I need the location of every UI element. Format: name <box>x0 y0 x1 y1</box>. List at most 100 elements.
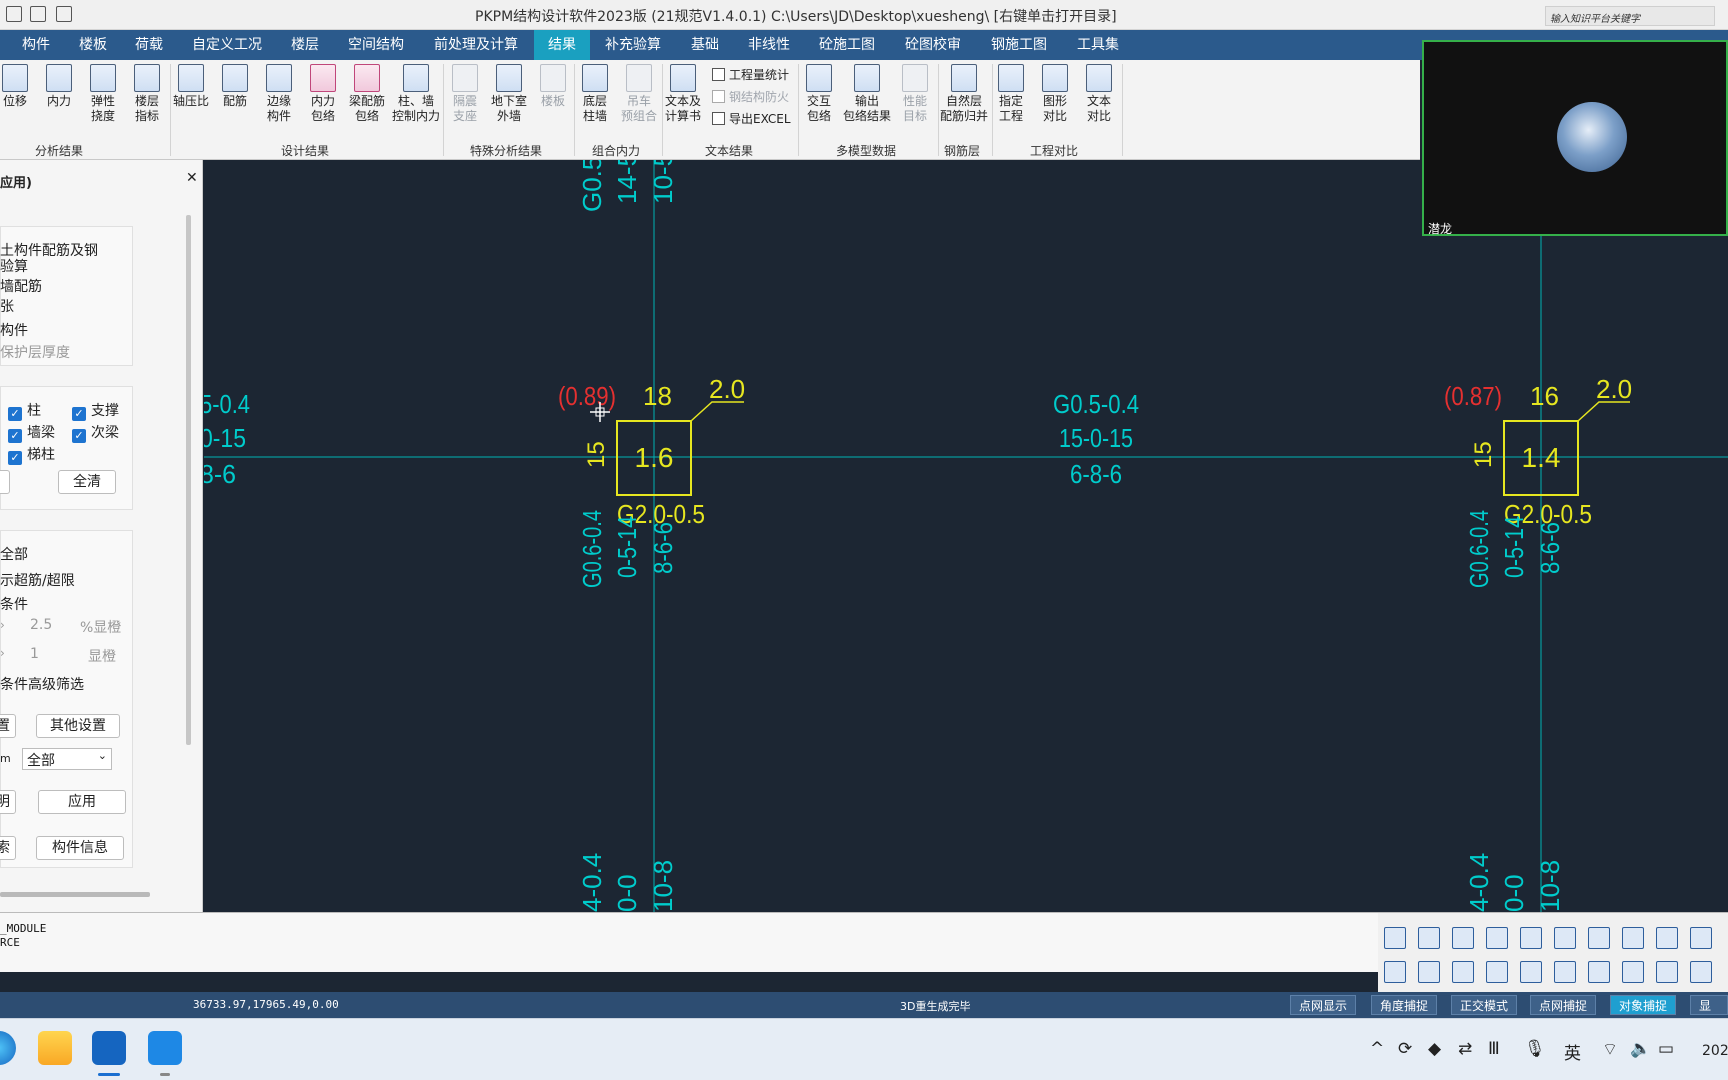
isolation-bearing-button[interactable]: 隔震 支座 <box>444 64 486 124</box>
tab-foundation[interactable]: 基础 <box>685 30 725 60</box>
dropbox-icon[interactable]: ◆ <box>1428 1039 1441 1059</box>
basement-wall-button[interactable]: 地下室 外墙 <box>488 64 530 124</box>
angle-snap-toggle[interactable]: 角度捕捉 <box>1371 995 1438 1015</box>
performance-target-button[interactable]: 性能 目标 <box>894 64 936 124</box>
checkbox-secondary-beam[interactable]: ✓ 次梁 <box>72 422 119 443</box>
search-button[interactable]: 索 <box>0 836 16 860</box>
tab-slab[interactable]: 楼板 <box>73 30 113 60</box>
tab-spatial[interactable]: 空间结构 <box>342 30 410 60</box>
object-snap-toggle[interactable]: 对象捕捉 <box>1610 995 1677 1015</box>
explain-button[interactable]: 明 <box>0 790 16 814</box>
tab-member[interactable]: 构件 <box>16 30 56 60</box>
text-enlarge-icon[interactable] <box>1418 961 1440 983</box>
output-envelope-button[interactable]: 输出 包络结果 <box>842 64 892 124</box>
tab-rc-review[interactable]: 砼图校审 <box>899 30 967 60</box>
option-check[interactable]: 验算 <box>0 256 28 276</box>
floor-reinf-merge-button[interactable]: 自然层 配筋归并 <box>938 64 990 124</box>
ortho-mode-toggle[interactable]: 正交模式 <box>1451 995 1518 1015</box>
meter-icon[interactable]: Ⅲ <box>1488 1039 1500 1059</box>
view-iso-icon[interactable] <box>1520 927 1542 949</box>
ratio2-input[interactable]: 1 <box>30 646 39 662</box>
dwg-import-icon[interactable] <box>1690 961 1712 983</box>
quantity-stats-button[interactable]: 工程量统计 <box>712 66 789 83</box>
clear-all-button[interactable]: 全清 <box>58 470 116 494</box>
text-report-button[interactable]: 文本及 计算书 <box>660 64 706 124</box>
beam-reinf-envelope-button[interactable]: 梁配筋 包络 <box>346 64 388 124</box>
filter-over-limit[interactable]: 示超筋/超限 <box>0 570 75 590</box>
meeting-app-icon[interactable] <box>148 1031 182 1065</box>
other-settings-button[interactable]: 其他设置 <box>36 714 120 738</box>
measure-icon[interactable] <box>1588 961 1610 983</box>
dimension-icon[interactable] <box>1554 961 1576 983</box>
internal-force-button[interactable]: 内力 <box>38 64 80 109</box>
select-pointer-icon[interactable] <box>1690 927 1712 949</box>
file-explorer-icon[interactable] <box>38 1031 72 1065</box>
browser-icon[interactable] <box>0 1031 16 1065</box>
checkbox-brace[interactable]: ✓ 支撑 <box>72 400 119 421</box>
interactive-envelope-button[interactable]: 交互 包络 <box>798 64 840 124</box>
display-toggle[interactable]: 显示 <box>1690 995 1728 1033</box>
steel-fire-button[interactable]: 钢结构防火 <box>712 88 789 105</box>
select-all-button[interactable] <box>0 470 10 494</box>
save-icon[interactable] <box>56 6 72 22</box>
apply-button[interactable]: 应用 <box>38 790 126 814</box>
pkpm-app-icon[interactable] <box>92 1031 126 1065</box>
filter-all[interactable]: 全部 <box>0 544 28 564</box>
tab-load[interactable]: 荷载 <box>129 30 169 60</box>
edge-member-button[interactable]: 边缘 构件 <box>258 64 300 124</box>
settings-button[interactable]: 置 <box>0 714 16 738</box>
view-plan-icon[interactable] <box>1384 927 1406 949</box>
video-call-window[interactable]: 潜龙 <box>1422 40 1728 236</box>
member-info-button[interactable]: 构件信息 <box>36 836 124 860</box>
text-add-icon[interactable] <box>1520 961 1542 983</box>
view-side-icon[interactable] <box>1452 927 1474 949</box>
panel-scrollbar[interactable] <box>186 215 191 745</box>
column-wall-force-button[interactable]: 柱、墙 控制内力 <box>390 64 442 124</box>
sync-icon[interactable]: ⟳ <box>1398 1039 1412 1059</box>
dwg-export-icon[interactable] <box>1656 961 1678 983</box>
export-excel-button[interactable]: 导出EXCEL <box>712 110 791 127</box>
specify-project-button[interactable]: 指定 工程 <box>990 64 1032 124</box>
clock[interactable]: 202 <box>1702 1043 1728 1059</box>
option-tension[interactable]: 张 <box>0 296 14 316</box>
tab-nonlinear[interactable]: 非线性 <box>742 30 796 60</box>
tab-supplement-check[interactable]: 补充验算 <box>599 30 667 60</box>
text-compare-button[interactable]: 文本 对比 <box>1078 64 1120 124</box>
filter-condition[interactable]: 条件 <box>0 594 28 614</box>
zoom-extents-icon[interactable] <box>1622 927 1644 949</box>
volume-icon[interactable]: 🔈 <box>1630 1039 1651 1059</box>
battery-icon[interactable]: ▭ <box>1658 1039 1674 1059</box>
option-wall-reinf[interactable]: 墙配筋 <box>0 276 42 296</box>
checkbox-stair-column[interactable]: ✓ 梯柱 <box>8 444 55 465</box>
scope-select[interactable]: 全部 ⌄ <box>22 748 112 770</box>
force-envelope-button[interactable]: 内力 包络 <box>302 64 344 124</box>
slab-button[interactable]: 楼板 <box>532 64 574 109</box>
view-front-icon[interactable] <box>1418 927 1440 949</box>
grid-snap-toggle[interactable]: 点网捕捉 <box>1530 995 1597 1015</box>
microphone-icon[interactable]: 🎙 <box>1524 1039 1546 1059</box>
tab-custom-case[interactable]: 自定义工况 <box>186 30 268 60</box>
structure-drawing[interactable]: 5-0.4 0-15 8-6 1.6 (0.89) 18 15 2.0 G2.0… <box>204 160 1728 912</box>
tab-rc-drawing[interactable]: 砼施工图 <box>813 30 881 60</box>
checkbox-wall-beam[interactable]: ✓ 墙梁 <box>8 422 55 443</box>
option-cover-thickness[interactable]: 保护层厚度 <box>0 342 70 362</box>
ime-indicator[interactable]: 英 <box>1564 1039 1581 1064</box>
arc-icon[interactable] <box>1622 961 1644 983</box>
drawing-canvas[interactable]: 5-0.4 0-15 8-6 1.6 (0.89) 18 15 2.0 G2.0… <box>204 160 1728 912</box>
text-delete-icon[interactable] <box>1486 961 1508 983</box>
checkbox-column[interactable]: ✓ 柱 <box>8 400 41 421</box>
view-back-icon[interactable] <box>1486 927 1508 949</box>
close-icon[interactable]: ✕ <box>186 170 198 186</box>
network-tool-icon[interactable]: ⇄ <box>1458 1039 1472 1059</box>
wifi-icon[interactable]: ⌔ <box>1602 1039 1618 1060</box>
command-window[interactable]: _MODULE RCE <box>0 912 1378 972</box>
base-column-wall-button[interactable]: 底层 柱墙 <box>574 64 616 124</box>
grid-display-toggle[interactable]: 点网显示 <box>1290 995 1357 1015</box>
panel-hscrollbar[interactable] <box>0 892 150 897</box>
text-shrink-icon[interactable] <box>1452 961 1474 983</box>
ratio1-input[interactable]: 2.5 <box>30 617 52 633</box>
crane-precombination-button[interactable]: 吊车 预组合 <box>618 64 660 124</box>
tab-preprocess[interactable]: 前处理及计算 <box>428 30 524 60</box>
view-box-icon[interactable] <box>1588 927 1610 949</box>
option-member[interactable]: 构件 <box>0 320 28 340</box>
